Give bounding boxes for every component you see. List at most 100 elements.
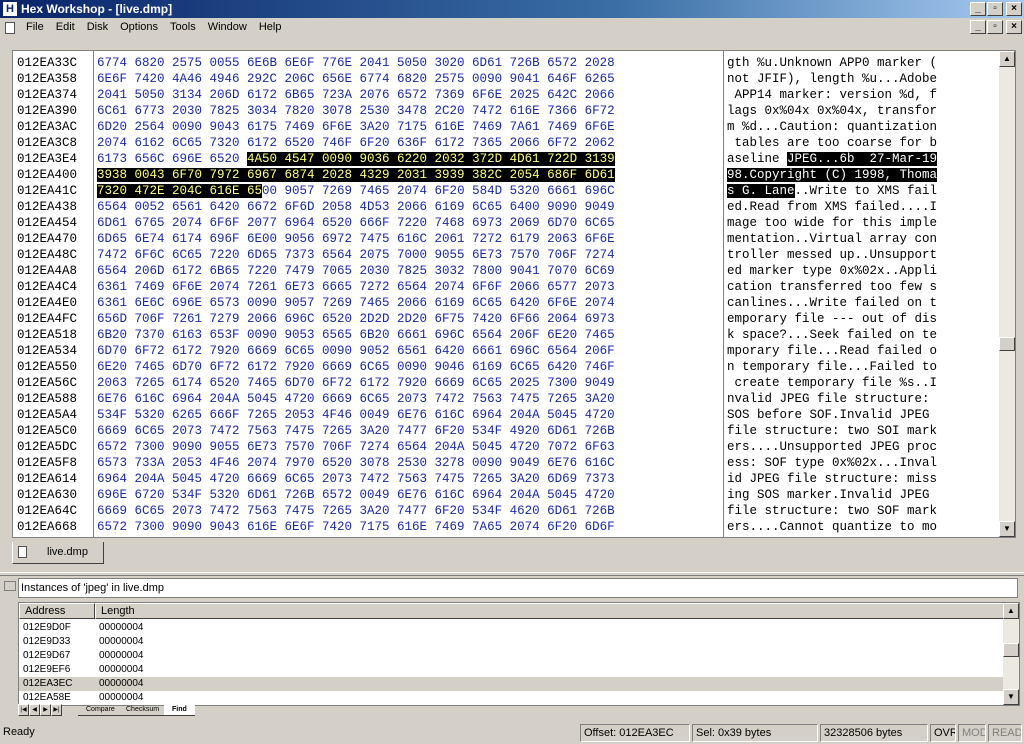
- bytes-segment[interactable]: emporary file --- out of dis: [727, 312, 937, 326]
- selected-bytes[interactable]: 3938 0043 6F70 7972 6967 6874 2028 4329 …: [97, 168, 615, 182]
- bytes-segment[interactable]: 6D70 6F72 6172 7920 6669 6C65 0090 9052 …: [97, 344, 615, 358]
- row-ascii[interactable]: ed.Read from XMS failed....I: [727, 199, 937, 215]
- row-hex-bytes[interactable]: 7472 6F6C 6C65 7220 6D65 7373 6564 2075 …: [97, 247, 615, 263]
- row-ascii[interactable]: file structure: two SOF mark: [727, 503, 937, 519]
- find-results-list[interactable]: Address Length 012E9D0F 00000004 012E9D33 0…: [18, 602, 1020, 706]
- row-ascii[interactable]: gth %u.Unknown APP0 marker (: [727, 55, 937, 71]
- row-ascii[interactable]: ers....Unsupported JPEG proc: [727, 439, 937, 455]
- bytes-segment[interactable]: 6C61 6773 2030 7825 3034 7820 3078 2530 …: [97, 104, 615, 118]
- results-scroll-thumb[interactable]: [1003, 643, 1019, 657]
- row-ascii[interactable]: troller messed up..Unsupport: [727, 247, 937, 263]
- menu-window[interactable]: Window: [202, 21, 253, 33]
- bytes-segment[interactable]: 00 9057 7269 7465 2074 6F20 584D 5320 66…: [262, 184, 615, 198]
- menu-edit[interactable]: Edit: [50, 21, 81, 33]
- bytes-segment[interactable]: canlines...Write failed on t: [727, 296, 937, 310]
- row-ascii[interactable]: canlines...Write failed on t: [727, 295, 937, 311]
- bytes-segment[interactable]: 2041 5050 3134 206D 6172 6B65 723A 2076 …: [97, 88, 615, 102]
- row-ascii[interactable]: ess: SOF type 0x%02x...Inval: [727, 455, 937, 471]
- maximize-button[interactable]: ▫: [987, 2, 1003, 16]
- row-ascii[interactable]: mporary file...Read failed o: [727, 343, 937, 359]
- tab-prev-icon[interactable]: ◀: [29, 704, 40, 716]
- row-ascii[interactable]: file structure: two SOI mark: [727, 423, 937, 439]
- bytes-segment[interactable]: id JPEG file structure: miss: [727, 472, 937, 486]
- panel-grip-icon[interactable]: [4, 581, 16, 591]
- bytes-segment[interactable]: 6E6F 7420 4A46 4946 292C 206C 656E 6774 …: [97, 72, 615, 86]
- bytes-segment[interactable]: APP14 marker: version %d, f: [727, 88, 938, 102]
- list-item[interactable]: 012E9D67 00000004: [19, 649, 1005, 663]
- title-bar[interactable]: H Hex Workshop - [live.dmp] _ ▫ ×: [0, 0, 1024, 18]
- row-hex-bytes[interactable]: 6E6F 7420 4A46 4946 292C 206C 656E 6774 …: [97, 71, 615, 87]
- list-item[interactable]: 012E9D0F 00000004: [19, 621, 1005, 635]
- scroll-up-icon[interactable]: ▲: [999, 51, 1015, 67]
- bytes-segment[interactable]: ..Write to XMS fail: [795, 184, 938, 198]
- row-ascii[interactable]: tables are too coarse for b: [727, 135, 938, 151]
- bytes-segment[interactable]: 2063 7265 6174 6520 7465 6D70 6F72 6172 …: [97, 376, 615, 390]
- row-hex-bytes[interactable]: 6E20 7465 6D70 6F72 6172 7920 6669 6C65 …: [97, 359, 615, 375]
- row-hex-bytes[interactable]: 6361 7469 6F6E 2074 7261 6E73 6665 7272 …: [97, 279, 615, 295]
- row-ascii[interactable]: lags 0x%04x 0x%04x, transfor: [727, 103, 937, 119]
- tab-find[interactable]: Find: [164, 704, 195, 716]
- row-ascii[interactable]: create temporary file %s..I: [727, 375, 938, 391]
- doc-minimize-button[interactable]: _: [970, 20, 986, 34]
- row-ascii[interactable]: cation transferred too few s: [727, 279, 937, 295]
- bytes-segment[interactable]: troller messed up..Unsupport: [727, 248, 937, 262]
- bytes-segment[interactable]: 6B20 7370 6163 653F 0090 9053 6565 6B20 …: [97, 328, 615, 342]
- results-scroll-up-icon[interactable]: ▲: [1003, 603, 1019, 619]
- row-ascii[interactable]: n temporary file...Failed to: [727, 359, 937, 375]
- row-hex-bytes[interactable]: 3938 0043 6F70 7972 6967 6874 2028 4329 …: [97, 167, 615, 183]
- row-ascii[interactable]: k space?...Seek failed on te: [727, 327, 937, 343]
- bytes-segment[interactable]: ers....Unsupported JPEG proc: [727, 440, 937, 454]
- doc-restore-button[interactable]: ▫: [987, 20, 1003, 34]
- bytes-segment[interactable]: not JFIF), length %u...Adobe: [727, 72, 937, 86]
- tab-compare[interactable]: Compare: [78, 704, 123, 716]
- row-hex-bytes[interactable]: 534F 5320 6265 666F 7265 2053 4F46 0049 …: [97, 407, 615, 423]
- row-hex-bytes[interactable]: 6D61 6765 2074 6F6F 2077 6964 6520 666F …: [97, 215, 615, 231]
- row-hex-bytes[interactable]: 6572 7300 9090 9055 6E73 7570 706F 7274 …: [97, 439, 615, 455]
- row-ascii[interactable]: not JFIF), length %u...Adobe: [727, 71, 937, 87]
- editor-vscrollbar[interactable]: ▲ ▼: [999, 51, 1015, 537]
- bytes-segment[interactable]: 6964 204A 5045 4720 6669 6C65 2073 7472 …: [97, 472, 615, 486]
- row-hex-bytes[interactable]: 6564 0052 6561 6420 6672 6F6D 2058 4D53 …: [97, 199, 615, 215]
- bytes-segment[interactable]: 6572 7300 9090 9055 6E73 7570 706F 7274 …: [97, 440, 615, 454]
- bytes-segment[interactable]: 7472 6F6C 6C65 7220 6D65 7373 6564 2075 …: [97, 248, 615, 262]
- row-ascii[interactable]: emporary file --- out of dis: [727, 311, 937, 327]
- row-hex-bytes[interactable]: 6774 6820 2575 0055 6E6B 6E6F 776E 2041 …: [97, 55, 615, 71]
- row-hex-bytes[interactable]: 6D65 6E74 6174 696F 6E00 9056 6972 7475 …: [97, 231, 615, 247]
- row-hex-bytes[interactable]: 2041 5050 3134 206D 6172 6B65 723A 2076 …: [97, 87, 615, 103]
- row-hex-bytes[interactable]: 6D20 2564 0090 9043 6175 7469 6F6E 3A20 …: [97, 119, 615, 135]
- row-hex-bytes[interactable]: 696E 6720 534F 5320 6D61 726B 6572 0049 …: [97, 487, 615, 503]
- row-hex-bytes[interactable]: 2063 7265 6174 6520 7465 6D70 6F72 6172 …: [97, 375, 615, 391]
- row-hex-bytes[interactable]: 6361 6E6C 696E 6573 0090 9057 7269 7465 …: [97, 295, 615, 311]
- column-address[interactable]: Address: [19, 603, 95, 619]
- bytes-segment[interactable]: file structure: two SOI mark: [727, 424, 937, 438]
- scroll-thumb[interactable]: [999, 337, 1015, 351]
- row-hex-bytes[interactable]: 2074 6162 6C65 7320 6172 6520 746F 6F20 …: [97, 135, 615, 151]
- bytes-segment[interactable]: nvalid JPEG file structure:: [727, 392, 937, 406]
- bytes-segment[interactable]: 6D61 6765 2074 6F6F 2077 6964 6520 666F …: [97, 216, 615, 230]
- list-item[interactable]: 012EA3EC 00000004: [19, 677, 1005, 691]
- row-ascii[interactable]: SOS before SOF.Invalid JPEG: [727, 407, 937, 423]
- row-ascii[interactable]: ed marker type 0x%02x..Appli: [727, 263, 937, 279]
- bytes-segment[interactable]: m %d...Caution: quantization: [727, 120, 937, 134]
- bytes-segment[interactable]: mporary file...Read failed o: [727, 344, 937, 358]
- menu-file[interactable]: File: [20, 21, 50, 33]
- bytes-segment[interactable]: 534F 5320 6265 666F 7265 2053 4F46 0049 …: [97, 408, 615, 422]
- selected-bytes[interactable]: 4A50 4547 0090 9036 6220 2032 372D 4D61 …: [247, 152, 615, 166]
- close-button[interactable]: ×: [1006, 2, 1022, 16]
- row-hex-bytes[interactable]: 656D 706F 7261 7279 2066 696C 6520 2D2D …: [97, 311, 615, 327]
- bytes-segment[interactable]: 6D20 2564 0090 9043 6175 7469 6F6E 3A20 …: [97, 120, 615, 134]
- bytes-segment[interactable]: k space?...Seek failed on te: [727, 328, 937, 342]
- bytes-segment[interactable]: aseline: [727, 152, 787, 166]
- list-item[interactable]: 012EA58E 00000004: [19, 691, 1005, 705]
- bytes-segment[interactable]: 696E 6720 534F 5320 6D61 726B 6572 0049 …: [97, 488, 615, 502]
- bytes-segment[interactable]: create temporary file %s..I: [727, 376, 938, 390]
- minimize-button[interactable]: _: [970, 2, 986, 16]
- row-hex-bytes[interactable]: 6E76 616C 6964 204A 5045 4720 6669 6C65 …: [97, 391, 615, 407]
- row-ascii[interactable]: nvalid JPEG file structure:: [727, 391, 937, 407]
- bytes-segment[interactable]: ed.Read from XMS failed....I: [727, 200, 937, 214]
- document-icon[interactable]: [5, 22, 15, 34]
- row-ascii[interactable]: mentation..Virtual array con: [727, 231, 937, 247]
- row-hex-bytes[interactable]: 6173 656C 696E 6520 4A50 4547 0090 9036 …: [97, 151, 615, 167]
- row-ascii[interactable]: APP14 marker: version %d, f: [727, 87, 938, 103]
- row-ascii[interactable]: mage too wide for this imple: [727, 215, 937, 231]
